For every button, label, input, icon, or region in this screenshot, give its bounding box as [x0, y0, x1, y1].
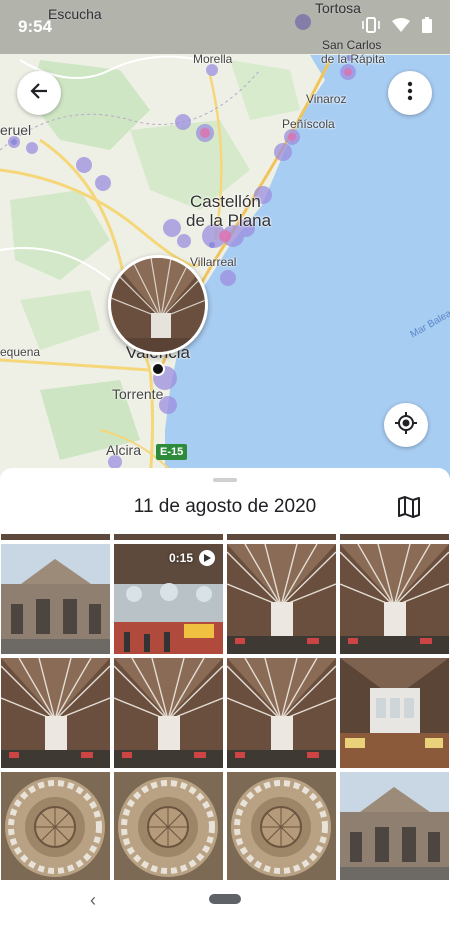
map-label-alcira: Alcira — [106, 442, 142, 458]
date-title: 11 de agosto de 2020 — [133, 496, 317, 517]
photo-cluster-marker[interactable] — [108, 255, 208, 355]
photo-thumbnail[interactable]: 0:15 — [114, 544, 223, 654]
map-toggle-button[interactable] — [396, 494, 422, 520]
sheet-drag-handle[interactable] — [213, 478, 237, 482]
map-label-teruel: eruel — [0, 122, 32, 138]
photo-thumbnail[interactable] — [340, 658, 449, 768]
battery-icon — [422, 17, 432, 38]
photo-thumbnail-partial[interactable] — [340, 534, 449, 540]
photo-thumbnail-partial[interactable] — [114, 534, 223, 540]
map-label-peniscola: Peñíscola — [282, 117, 335, 131]
photo-thumbnail[interactable] — [1, 658, 110, 768]
status-icons — [362, 17, 432, 38]
map-label-la-plana: de la Plana — [186, 211, 272, 230]
photo-thumbnail-partial[interactable] — [227, 534, 336, 540]
back-button[interactable] — [17, 71, 61, 115]
photo-thumbnail[interactable] — [114, 772, 223, 882]
photo-thumbnail[interactable] — [340, 544, 449, 654]
map-label-morella: Morella — [193, 52, 233, 66]
photo-thumbnail-partial[interactable] — [1, 534, 110, 540]
current-location-dot — [151, 362, 165, 376]
photo-thumbnail[interactable] — [227, 772, 336, 882]
map-label-castellon: Castellón — [190, 192, 261, 211]
map-icon — [396, 496, 422, 524]
wifi-icon — [392, 18, 410, 37]
photos-map-screen: Escucha Tortosa Morella San Carlos de la… — [0, 0, 450, 925]
system-nav-bar: ‹ — [0, 880, 450, 925]
more-vert-icon — [407, 81, 413, 106]
video-badge: 0:15 — [169, 550, 215, 566]
vibrate-icon — [362, 17, 380, 38]
status-bar: 9:54 — [0, 0, 450, 54]
my-location-button[interactable] — [384, 403, 428, 447]
more-options-button[interactable] — [388, 71, 432, 115]
play-icon — [199, 550, 215, 566]
map-label-rapita: de la Rápita — [321, 52, 386, 66]
home-pill[interactable] — [209, 894, 241, 904]
highway-badge: E-15 — [156, 444, 188, 460]
nav-back-button[interactable]: ‹ — [90, 890, 96, 911]
photo-thumbnail[interactable] — [340, 772, 449, 882]
cluster-thumbnail — [111, 258, 205, 352]
arrow-back-icon — [29, 81, 49, 106]
video-duration: 0:15 — [168, 551, 193, 565]
map-view[interactable]: Escucha Tortosa Morella San Carlos de la… — [0, 0, 450, 480]
photo-thumbnail[interactable] — [227, 544, 336, 654]
map-label-requena: equena — [0, 345, 41, 359]
map-label-torrente: Torrente — [112, 386, 164, 402]
my-location-icon — [394, 411, 418, 440]
map-canvas — [0, 14, 450, 480]
status-time: 9:54 — [18, 17, 53, 36]
photo-thumbnail[interactable] — [227, 658, 336, 768]
map-label-vinaroz: Vinaroz — [306, 92, 347, 106]
photo-thumbnail[interactable] — [1, 772, 110, 882]
photo-thumbnail[interactable] — [1, 544, 110, 654]
photo-thumbnail[interactable] — [114, 658, 223, 768]
photos-bottom-sheet[interactable]: 11 de agosto de 2020 0:15 — [0, 468, 450, 925]
